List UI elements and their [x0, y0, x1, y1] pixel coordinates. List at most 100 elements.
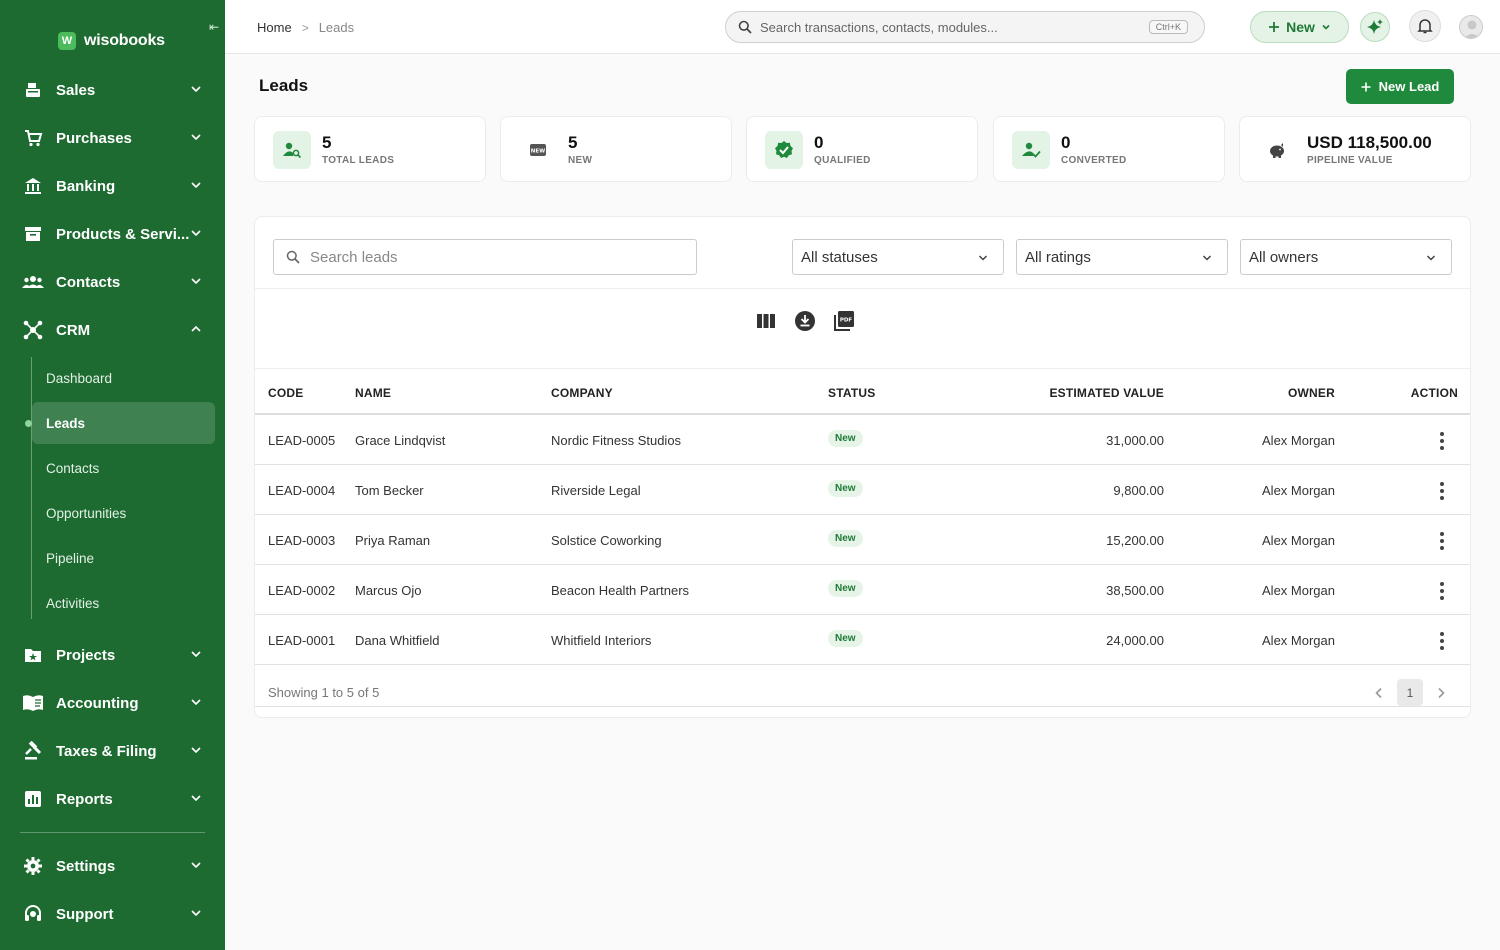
register-icon — [22, 79, 44, 101]
table-row[interactable]: LEAD-0003 Priya Raman Solstice Coworking… — [255, 515, 1470, 565]
next-page-icon[interactable] — [1433, 681, 1449, 705]
column-header-action: ACTION — [1410, 386, 1458, 400]
headset-icon — [22, 903, 44, 925]
sidebar-item-projects[interactable]: Projects — [0, 633, 225, 677]
sidebar-item-purchases[interactable]: Purchases — [0, 116, 225, 160]
leads-panel: All statuses All ratings All owners PDF … — [254, 216, 1471, 718]
sidebar-item-reports[interactable]: Reports — [0, 777, 225, 821]
chevron-down-icon — [1426, 255, 1436, 261]
stat-label: CONVERTED — [1061, 155, 1127, 166]
bank-icon — [22, 175, 44, 197]
stat-card-total-leads: 5 TOTAL LEADS — [254, 116, 486, 182]
column-header-code[interactable]: CODE — [268, 386, 303, 400]
breadcrumb-separator-icon: > — [301, 20, 309, 35]
status-badge: New — [828, 630, 863, 647]
stat-card-new: NEW 5 NEW — [500, 116, 732, 182]
table-row[interactable]: LEAD-0002 Marcus Ojo Beacon Health Partn… — [255, 565, 1470, 615]
status-badge: New — [828, 580, 863, 597]
chevron-down-icon — [191, 862, 201, 869]
column-header-company[interactable]: COMPANY — [551, 386, 613, 400]
ai-assistant-button[interactable] — [1360, 12, 1390, 42]
column-header-owner[interactable]: OWNER — [1288, 386, 1335, 400]
sidebar-item-banking[interactable]: Banking — [0, 164, 225, 208]
stat-value: 5 — [568, 133, 578, 152]
breadcrumb-home[interactable]: Home — [257, 20, 292, 35]
cell-company: Whitfield Interiors — [551, 633, 652, 648]
sidebar-item-products[interactable]: Products & Servi... — [0, 212, 225, 256]
more-actions-icon[interactable] — [1437, 631, 1447, 651]
sidebar-item-label: Taxes & Filing — [56, 742, 157, 760]
piggy-bank-icon — [1258, 131, 1296, 169]
more-actions-icon[interactable] — [1437, 531, 1447, 551]
cell-name[interactable]: Grace Lindqvist — [355, 433, 445, 448]
lead-search[interactable] — [273, 239, 697, 275]
download-icon[interactable] — [794, 310, 816, 332]
table-toolbar: PDF — [755, 310, 855, 332]
cell-name[interactable]: Dana Whitfield — [355, 633, 440, 648]
rating-filter-select[interactable]: All ratings — [1016, 239, 1228, 275]
sidebar-item-taxes[interactable]: Taxes & Filing — [0, 729, 225, 773]
cell-name[interactable]: Marcus Ojo — [355, 583, 421, 598]
chevron-up-icon — [191, 325, 201, 332]
sidebar-subitem-activities[interactable]: Activities — [32, 582, 215, 624]
bell-icon — [1417, 19, 1433, 34]
global-search-input[interactable] — [760, 19, 1120, 35]
more-actions-icon[interactable] — [1437, 581, 1447, 601]
columns-icon[interactable] — [755, 310, 777, 332]
more-actions-icon[interactable] — [1437, 481, 1447, 501]
pdf-export-icon[interactable]: PDF — [833, 310, 855, 332]
sidebar-subitem-opportunities[interactable]: Opportunities — [32, 492, 215, 534]
table-row[interactable]: LEAD-0004 Tom Becker Riverside Legal New… — [255, 465, 1470, 515]
table-row[interactable]: LEAD-0005 Grace Lindqvist Nordic Fitness… — [255, 415, 1470, 465]
sidebar: W wisobooks ⇤ Sales Purchases Banking Pr… — [0, 0, 225, 950]
folder-star-icon — [22, 644, 44, 666]
logo[interactable]: W wisobooks — [58, 32, 165, 50]
new-lead-button[interactable]: New Lead — [1346, 69, 1454, 104]
sidebar-item-contacts[interactable]: Contacts — [0, 260, 225, 304]
chevron-down-icon — [191, 134, 201, 141]
lead-search-input[interactable] — [310, 248, 680, 266]
cell-owner: Alex Morgan — [1262, 533, 1335, 548]
cell-name[interactable]: Priya Raman — [355, 533, 430, 548]
prev-page-icon[interactable] — [1371, 681, 1387, 705]
sidebar-item-accounting[interactable]: Accounting — [0, 681, 225, 725]
sidebar-divider — [20, 832, 205, 833]
page-number-button[interactable]: 1 — [1397, 679, 1423, 706]
chevron-down-icon — [191, 278, 201, 285]
stat-value: 0 — [1061, 133, 1071, 152]
user-avatar[interactable] — [1459, 15, 1483, 39]
column-header-name[interactable]: NAME — [355, 386, 391, 400]
page-title: Leads — [259, 76, 309, 95]
column-header-status[interactable]: STATUS — [828, 386, 875, 400]
owner-filter-value: All owners — [1249, 248, 1319, 266]
notifications-button[interactable] — [1409, 10, 1441, 42]
global-search[interactable]: Ctrl+K — [725, 11, 1205, 43]
sidebar-item-sales[interactable]: Sales — [0, 68, 225, 112]
status-filter-select[interactable]: All statuses — [792, 239, 1004, 275]
column-header-estimated-value[interactable]: ESTIMATED VALUE — [1049, 386, 1164, 400]
hub-icon — [22, 319, 44, 341]
chevron-down-icon — [191, 86, 201, 93]
sidebar-subitem-leads[interactable]: Leads — [32, 402, 215, 444]
stat-label: TOTAL LEADS — [322, 155, 395, 166]
chevron-down-icon — [978, 255, 988, 261]
sidebar-item-settings[interactable]: Settings — [0, 844, 225, 888]
chevron-down-icon — [1202, 255, 1212, 261]
cell-name[interactable]: Tom Becker — [355, 483, 424, 498]
sidebar-subitem-contacts[interactable]: Contacts — [32, 447, 215, 489]
new-menu-button[interactable]: New — [1250, 11, 1349, 43]
cell-owner: Alex Morgan — [1262, 483, 1335, 498]
sidebar-subitem-pipeline[interactable]: Pipeline — [32, 537, 215, 579]
more-actions-icon[interactable] — [1437, 431, 1447, 451]
sidebar-item-label: Sales — [56, 81, 96, 99]
collapse-sidebar-icon[interactable]: ⇤ — [209, 20, 219, 34]
plus-icon — [1361, 82, 1371, 91]
owner-filter-select[interactable]: All owners — [1240, 239, 1452, 275]
stat-label: QUALIFIED — [814, 155, 871, 166]
sidebar-subitem-dashboard[interactable]: Dashboard — [32, 357, 215, 399]
table-row[interactable]: LEAD-0001 Dana Whitfield Whitfield Inter… — [255, 615, 1470, 665]
sidebar-item-crm[interactable]: CRM — [0, 308, 225, 352]
cell-owner: Alex Morgan — [1262, 583, 1335, 598]
svg-text:PDF: PDF — [840, 318, 853, 324]
sidebar-item-support[interactable]: Support — [0, 892, 225, 936]
